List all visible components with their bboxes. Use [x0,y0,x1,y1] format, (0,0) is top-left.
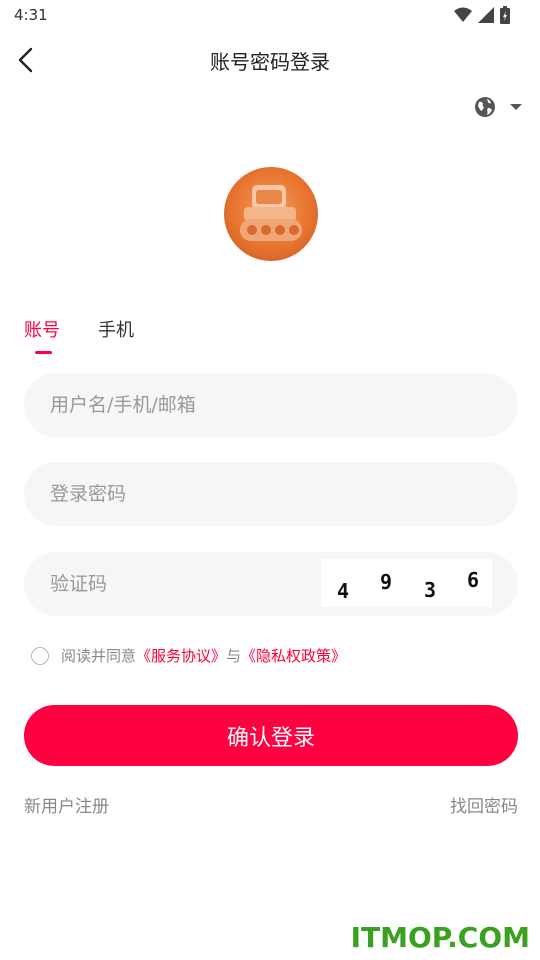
tab-account[interactable]: 账号 [24,316,60,354]
robot-vehicle-logo [240,185,302,241]
forgot-password-link[interactable]: 找回密码 [450,792,518,817]
app-logo [224,167,318,261]
language-switch[interactable] [474,96,522,118]
agreement-prefix: 阅读并同意 [61,647,137,665]
captcha-digit: 9 [380,570,393,594]
login-tabs: 账号 手机 [24,316,134,354]
tab-active-indicator [35,351,52,354]
page-title: 账号密码登录 [210,50,330,74]
status-icons [454,6,510,24]
signal-icon [478,7,494,23]
captcha-field-container: 4 9 3 6 [24,552,518,616]
globe-icon [475,97,495,117]
wifi-icon [454,7,472,22]
status-time: 4:31 [14,6,48,24]
tab-account-label: 账号 [24,320,60,341]
captcha-input[interactable] [50,552,330,616]
status-bar: 4:31 [0,0,540,30]
captcha-digit: 3 [424,578,437,602]
tab-phone[interactable]: 手机 [98,316,134,354]
captcha-digit: 6 [467,568,480,592]
register-link[interactable]: 新用户注册 [24,792,109,817]
agreement-conjunction: 与 [226,647,242,665]
confirm-login-button[interactable]: 确认登录 [24,705,518,766]
agreement-row: 阅读并同意 《服务协议》 与 《隐私权政策》 [31,645,346,666]
captcha-image[interactable]: 4 9 3 6 [321,559,492,607]
agreement-checkbox[interactable] [31,646,49,665]
tab-phone-label: 手机 [98,320,134,341]
privacy-policy-link[interactable]: 《隐私权政策》 [241,645,346,666]
username-field-container [24,373,518,437]
password-input[interactable] [50,462,490,526]
bottom-links: 新用户注册 找回密码 [24,792,518,817]
watermark-logo: ITMOP.COM [350,921,530,954]
captcha-digit: 4 [337,579,350,603]
username-input[interactable] [50,373,490,437]
terms-of-service-link[interactable]: 《服务协议》 [136,645,226,666]
app-header: 账号密码登录 [0,36,540,84]
battery-icon [500,6,510,24]
password-field-container [24,462,518,526]
caret-down-icon [510,104,522,110]
